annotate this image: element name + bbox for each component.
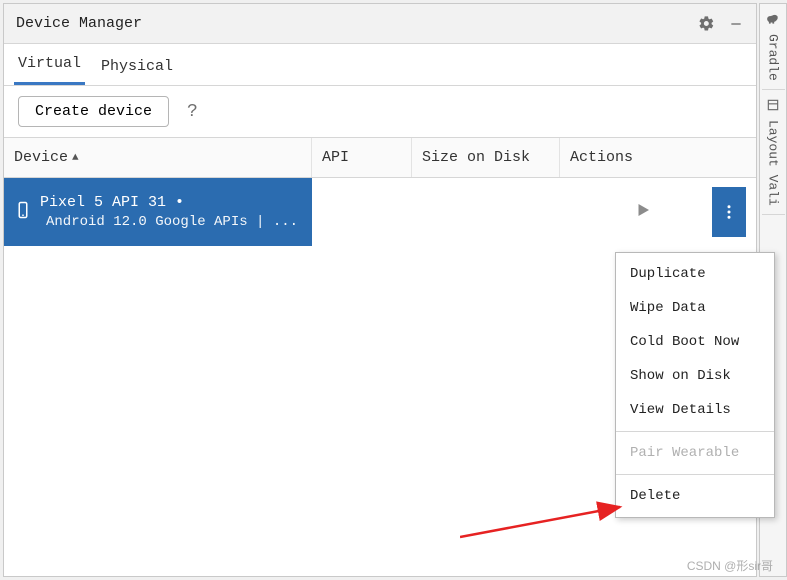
minimize-icon[interactable] [724,12,748,36]
menu-duplicate[interactable]: Duplicate [616,257,774,291]
menu-cold-boot[interactable]: Cold Boot Now [616,325,774,359]
column-size[interactable]: Size on Disk [412,138,560,177]
menu-separator [616,431,774,432]
column-size-label: Size on Disk [422,149,530,166]
watermark: CSDN @形sir哥 [687,557,773,574]
menu-wipe-data[interactable]: Wipe Data [616,291,774,325]
side-tab-layout-label: Layout Vali [766,120,781,206]
create-device-button[interactable]: Create device [18,96,169,127]
menu-delete[interactable]: Delete [616,479,774,513]
table-row[interactable]: Pixel 5 API 31 • Android 12.0 Google API… [4,178,756,246]
side-tab-gradle[interactable]: Gradle [762,4,785,90]
device-description: Android 12.0 Google APIs | ... [40,214,298,230]
table-header: Device ▲ API Size on Disk Actions [4,138,756,178]
sort-asc-icon: ▲ [72,152,79,164]
help-icon[interactable]: ? [187,102,198,122]
actions-cell [560,178,756,246]
phone-icon [14,201,32,224]
side-tab-layout[interactable]: Layout Vali [762,90,785,215]
menu-view-details[interactable]: View Details [616,393,774,427]
gear-icon[interactable] [694,12,718,36]
side-tab-gradle-label: Gradle [766,34,781,81]
device-name: Pixel 5 API 31 • [40,194,298,211]
device-cell[interactable]: Pixel 5 API 31 • Android 12.0 Google API… [4,178,312,246]
tab-virtual[interactable]: Virtual [14,45,85,85]
column-actions: Actions [560,138,756,177]
column-device-label: Device [14,149,68,166]
layout-icon [766,98,780,116]
menu-show-on-disk[interactable]: Show on Disk [616,359,774,393]
column-device[interactable]: Device ▲ [4,138,312,177]
panel-title: Device Manager [16,15,688,32]
more-actions-button[interactable] [712,187,746,237]
toolbar: Create device ? [4,86,756,138]
panel-header: Device Manager [4,4,756,44]
size-cell [412,178,560,246]
column-api[interactable]: API [312,138,412,177]
column-actions-label: Actions [570,149,633,166]
column-api-label: API [322,149,349,166]
elephant-icon [766,12,780,30]
menu-separator [616,474,774,475]
device-text: Pixel 5 API 31 • Android 12.0 Google API… [40,194,298,230]
tabs: Virtual Physical [4,44,756,86]
play-icon[interactable] [634,201,652,224]
device-context-menu: Duplicate Wipe Data Cold Boot Now Show o… [615,252,775,518]
tab-physical[interactable]: Physical [97,48,177,85]
api-cell [312,178,412,246]
menu-pair-wearable: Pair Wearable [616,436,774,470]
